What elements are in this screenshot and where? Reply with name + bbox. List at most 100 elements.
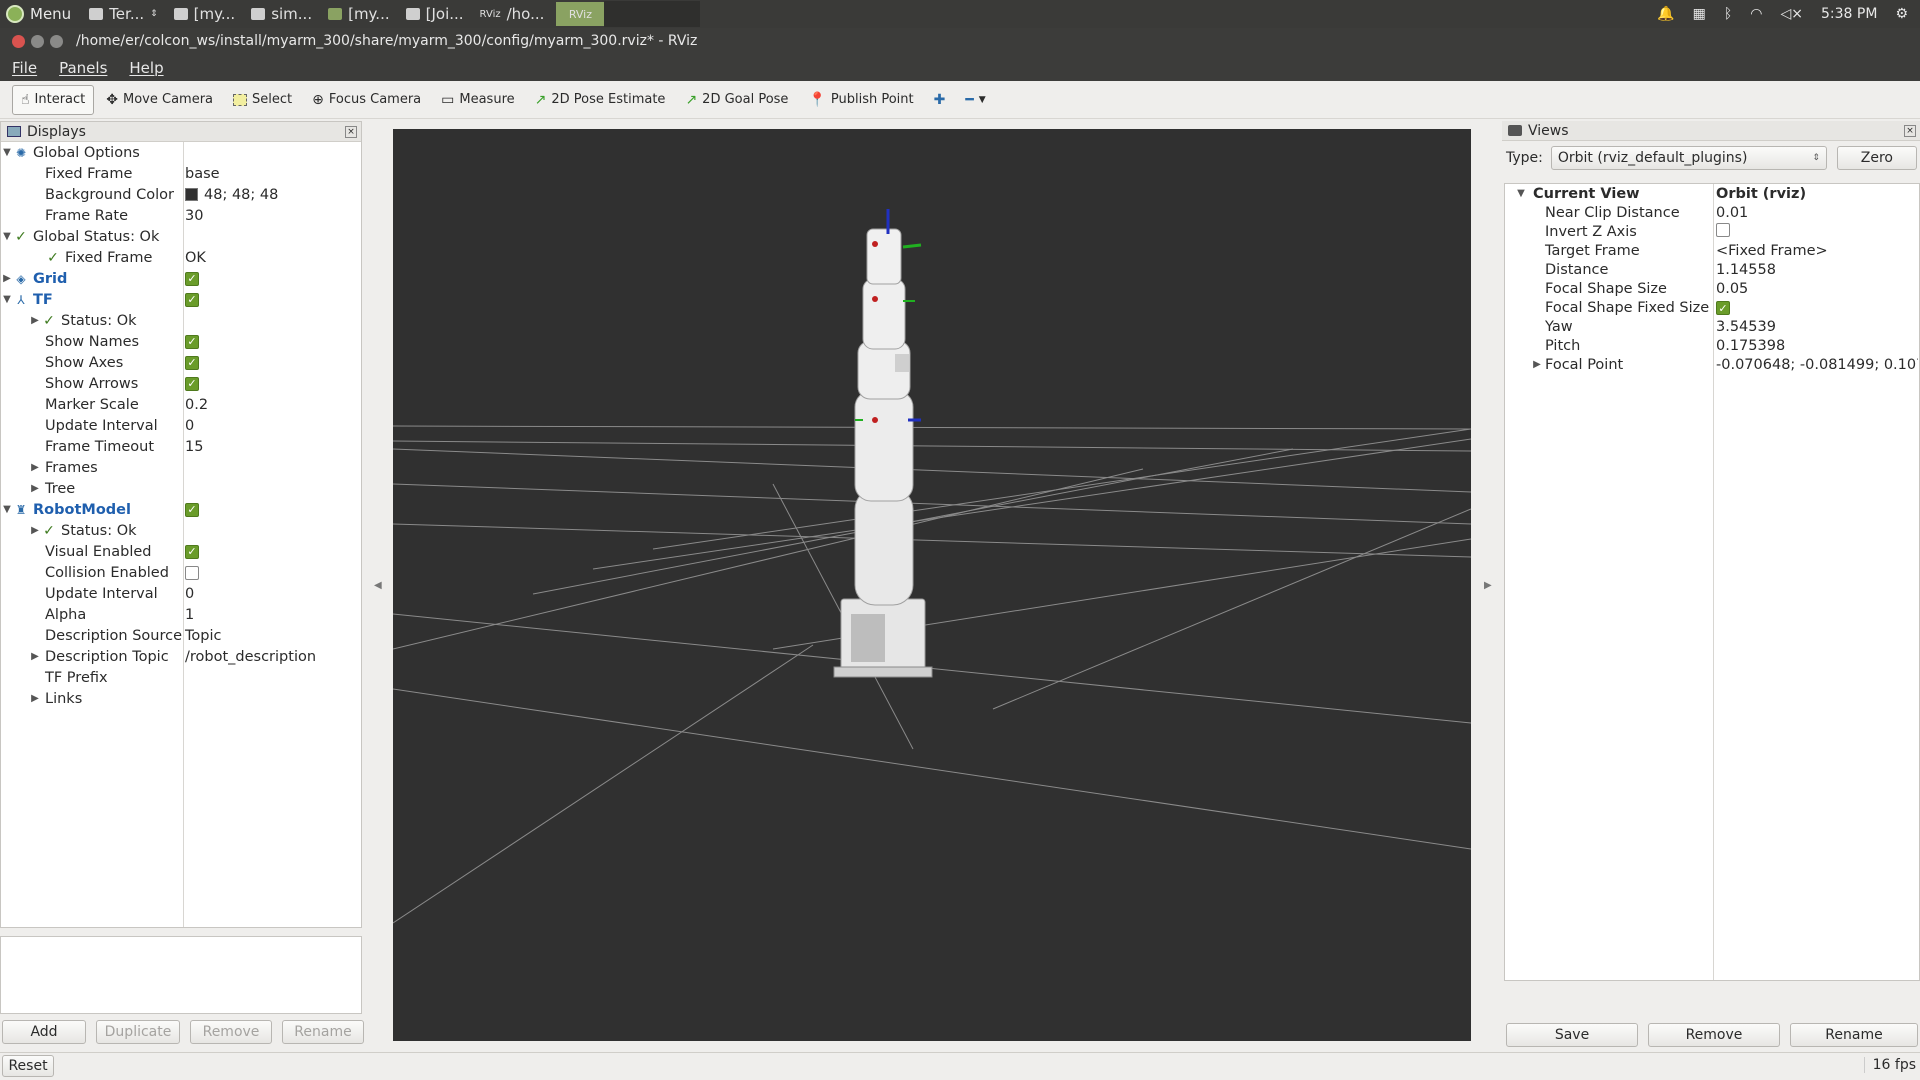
remove-view-button[interactable]: Remove xyxy=(1648,1023,1780,1047)
expand-arrow-icon[interactable]: ▶ xyxy=(29,525,41,536)
tree-row[interactable]: Fixed Frame base xyxy=(1,163,361,184)
tree-row[interactable]: ▶ Frames xyxy=(1,457,361,478)
close-panel-icon[interactable]: × xyxy=(1904,124,1916,137)
goal-pose-tool[interactable]: ↗ 2D Goal Pose xyxy=(677,85,796,115)
expand-arrow-icon[interactable]: ▶ xyxy=(29,693,41,704)
robot-model-enabled-checkbox[interactable]: ✓ xyxy=(185,502,199,517)
tree-row[interactable]: ▶ ◈ Grid ✓ xyxy=(1,268,361,289)
wifi-icon[interactable]: ◠ xyxy=(1750,6,1762,22)
tree-row[interactable]: Collision Enabled xyxy=(1,562,361,583)
tree-row[interactable]: ▶ Tree xyxy=(1,478,361,499)
gear-icon[interactable]: ⚙ xyxy=(1895,6,1908,22)
close-panel-icon[interactable]: × xyxy=(345,125,357,138)
tree-row[interactable]: ▼ ⅄ TF ✓ xyxy=(1,289,361,310)
reset-button[interactable]: Reset xyxy=(2,1055,54,1077)
menu-button[interactable]: Menu xyxy=(0,0,81,28)
tree-row[interactable]: Frame Timeout 15 xyxy=(1,436,361,457)
maximize-window-button[interactable] xyxy=(50,34,63,48)
tree-row[interactable]: Update Interval 0 xyxy=(1,415,361,436)
volume-muted-icon[interactable]: ◁× xyxy=(1781,6,1804,22)
pose-estimate-tool[interactable]: ↗ 2D Pose Estimate xyxy=(527,85,674,115)
tree-row[interactable]: Description Source Topic xyxy=(1,625,361,646)
duplicate-display-button[interactable]: Duplicate xyxy=(96,1020,180,1044)
remove-display-button[interactable]: Remove xyxy=(190,1020,272,1044)
add-tool-button[interactable]: ✚ xyxy=(926,85,954,115)
tree-row[interactable]: ▶ ✓ Status: Ok xyxy=(1,520,361,541)
tree-row[interactable]: ▶ Focal Point -0.070648; -0.081499; 0.107.… xyxy=(1505,355,1919,374)
tree-row[interactable]: Show Arrows ✓ xyxy=(1,373,361,394)
taskbar-item-rviz-active[interactable]: RViz xyxy=(556,2,605,26)
expand-arrow-icon[interactable]: ▶ xyxy=(29,483,41,494)
focal-fixed-size-checkbox[interactable]: ✓ xyxy=(1716,301,1730,315)
tree-row[interactable]: Focal Shape Fixed Size ✓ xyxy=(1505,298,1919,317)
tree-row[interactable]: Update Interval 0 xyxy=(1,583,361,604)
show-names-checkbox[interactable]: ✓ xyxy=(185,334,199,349)
clock[interactable]: 5:38 PM xyxy=(1821,6,1877,22)
move-camera-tool[interactable]: ✥ Move Camera xyxy=(98,85,221,115)
close-window-button[interactable] xyxy=(12,34,25,48)
collapse-arrow-icon[interactable]: ▼ xyxy=(1,147,13,158)
taskbar-item-app[interactable]: [my... xyxy=(320,0,398,28)
calendar-icon[interactable]: ▦ xyxy=(1693,6,1706,22)
tree-row[interactable]: TF Prefix xyxy=(1,667,361,688)
bluetooth-icon[interactable]: ᛒ xyxy=(1724,6,1732,22)
select-tool[interactable]: Select xyxy=(225,85,300,115)
minimize-window-button[interactable] xyxy=(31,34,44,48)
visual-enabled-checkbox[interactable]: ✓ xyxy=(185,544,199,559)
taskbar-item-folder[interactable]: [my... xyxy=(166,0,244,28)
tree-row[interactable]: ▶ Links xyxy=(1,688,361,709)
tree-row[interactable]: Distance 1.14558 xyxy=(1505,260,1919,279)
grid-enabled-checkbox[interactable]: ✓ xyxy=(185,271,199,286)
taskbar-item-joint[interactable]: [Joi... xyxy=(398,0,472,28)
save-view-button[interactable]: Save xyxy=(1506,1023,1638,1047)
tree-row[interactable]: Show Axes ✓ xyxy=(1,352,361,373)
color-swatch[interactable] xyxy=(185,188,198,201)
collapse-right-arrow-icon[interactable]: ▶ xyxy=(1484,580,1492,591)
expand-arrow-icon[interactable]: ▶ xyxy=(29,315,41,326)
show-arrows-checkbox[interactable]: ✓ xyxy=(185,376,199,391)
tree-row[interactable]: Yaw 3.54539 xyxy=(1505,317,1919,336)
publish-point-tool[interactable]: 📍 Publish Point xyxy=(800,85,921,115)
expand-arrow-icon[interactable]: ▶ xyxy=(1531,359,1543,370)
tree-row[interactable]: Focal Shape Size 0.05 xyxy=(1505,279,1919,298)
collapse-arrow-icon[interactable]: ▼ xyxy=(1515,188,1527,199)
remove-tool-menu[interactable]: ━ ▼ xyxy=(957,85,993,115)
tree-row[interactable]: ✓ Fixed Frame OK xyxy=(1,247,361,268)
tree-row[interactable]: ▶ ✓ Status: Ok xyxy=(1,310,361,331)
expand-arrow-icon[interactable]: ▶ xyxy=(29,462,41,473)
add-display-button[interactable]: Add xyxy=(2,1020,86,1044)
tree-row[interactable]: Visual Enabled ✓ xyxy=(1,541,361,562)
taskbar-item-empty[interactable] xyxy=(604,1,701,27)
menu-panels[interactable]: Panels xyxy=(59,59,107,77)
zero-button[interactable]: Zero xyxy=(1836,146,1917,170)
tree-row[interactable]: Show Names ✓ xyxy=(1,331,361,352)
measure-tool[interactable]: ▭ Measure xyxy=(433,85,522,115)
interact-tool[interactable]: ☝ Interact xyxy=(12,84,95,115)
tree-row[interactable]: ▼ ♜ RobotModel ✓ xyxy=(1,499,361,520)
taskbar-item-terminal[interactable]: Ter... ⇕ xyxy=(81,0,165,28)
collision-enabled-checkbox[interactable] xyxy=(185,565,199,580)
rename-display-button[interactable]: Rename xyxy=(282,1020,364,1044)
tree-row[interactable]: Frame Rate 30 xyxy=(1,205,361,226)
tree-row[interactable]: Target Frame <Fixed Frame> xyxy=(1505,241,1919,260)
tree-row[interactable]: Invert Z Axis xyxy=(1505,222,1919,241)
notification-icon[interactable]: 🔔 xyxy=(1657,6,1674,22)
taskbar-item-editor[interactable]: sim... xyxy=(243,0,320,28)
expand-arrow-icon[interactable]: ▶ xyxy=(29,651,41,662)
menu-file[interactable]: File xyxy=(12,59,37,77)
tree-row[interactable]: ▼ ✺ Global Options xyxy=(1,142,361,163)
collapse-arrow-icon[interactable]: ▼ xyxy=(1,504,13,515)
invert-z-checkbox[interactable] xyxy=(1716,222,1730,237)
collapse-arrow-icon[interactable]: ▼ xyxy=(1,294,13,305)
tf-enabled-checkbox[interactable]: ✓ xyxy=(185,292,199,307)
tree-row[interactable]: ▼ ✓ Global Status: Ok xyxy=(1,226,361,247)
tree-row[interactable]: Marker Scale 0.2 xyxy=(1,394,361,415)
expand-arrow-icon[interactable]: ▶ xyxy=(1,273,13,284)
rename-view-button[interactable]: Rename xyxy=(1790,1023,1918,1047)
menu-help[interactable]: Help xyxy=(129,59,163,77)
tree-row[interactable]: Background Color 48; 48; 48 xyxy=(1,184,361,205)
3d-viewport[interactable] xyxy=(392,129,1472,1041)
show-axes-checkbox[interactable]: ✓ xyxy=(185,355,199,370)
focus-camera-tool[interactable]: ⊕ Focus Camera xyxy=(304,85,429,115)
tree-row[interactable]: Pitch 0.175398 xyxy=(1505,336,1919,355)
